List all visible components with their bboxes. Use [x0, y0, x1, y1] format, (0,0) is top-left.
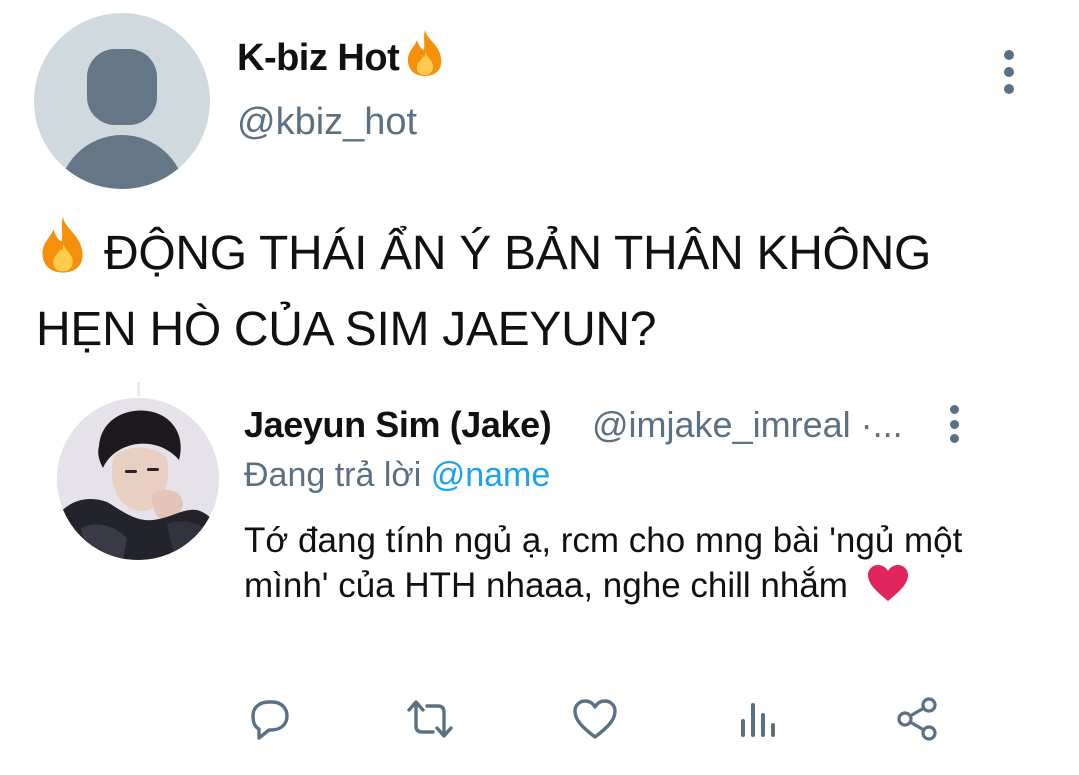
tweet-text-line-1: ĐỘNG THÁI ẨN Ý BẢN THÂN KHÔNG	[36, 215, 1046, 295]
retweet-button[interactable]	[405, 694, 455, 744]
reply-body-text: Tớ đang tính ngủ ạ, rcm cho mng bài 'ngủ…	[244, 521, 963, 605]
author-avatar[interactable]	[34, 13, 210, 189]
reply-text: Tớ đang tính ngủ ạ, rcm cho mng bài 'ngủ…	[244, 519, 1004, 614]
reply-author-avatar[interactable]	[57, 398, 219, 560]
more-options-icon[interactable]	[996, 50, 1022, 94]
reply-icon	[247, 696, 293, 742]
like-icon	[571, 697, 619, 741]
share-button[interactable]	[893, 694, 943, 744]
headline-line-2: HẸN HÒ CỦA SIM JAEYUN?	[36, 303, 657, 356]
share-icon	[895, 696, 941, 742]
replying-label: Đang trả lời	[244, 456, 422, 494]
analytics-icon	[737, 697, 777, 741]
fire-icon	[36, 215, 90, 295]
avatar-head-shape	[87, 49, 157, 125]
replying-to-mention[interactable]: @name	[431, 456, 551, 494]
tweet-text: ĐỘNG THÁI ẨN Ý BẢN THÂN KHÔNG HẸN HÒ CỦA…	[36, 215, 1046, 365]
avatar-body-shape	[58, 135, 186, 189]
reply-button[interactable]	[245, 694, 295, 744]
thread-connector	[137, 382, 140, 396]
reply-author-name[interactable]: Jaeyun Sim (Jake)	[244, 404, 552, 446]
headline-line-1: ĐỘNG THÁI ẨN Ý BẢN THÂN KHÔNG	[104, 227, 931, 280]
reply-more-options-icon[interactable]	[944, 405, 964, 443]
fire-icon	[403, 28, 447, 88]
red-heart-icon	[866, 563, 910, 614]
author-handle[interactable]: @kbiz_hot	[237, 101, 417, 144]
tweet-screen: K-biz Hot @kbiz_hot ĐỘNG THÁI ẨN Ý BẢN T…	[0, 0, 1079, 775]
author-display-name[interactable]: K-biz Hot	[237, 28, 447, 88]
retweet-icon	[405, 696, 455, 742]
like-button[interactable]	[570, 694, 620, 744]
replying-to-line: Đang trả lời @name	[244, 456, 550, 495]
reply-author-handle[interactable]: @imjake_imreal ·...	[592, 404, 903, 446]
author-name-text: K-biz Hot	[237, 36, 400, 79]
analytics-button[interactable]	[732, 694, 782, 744]
